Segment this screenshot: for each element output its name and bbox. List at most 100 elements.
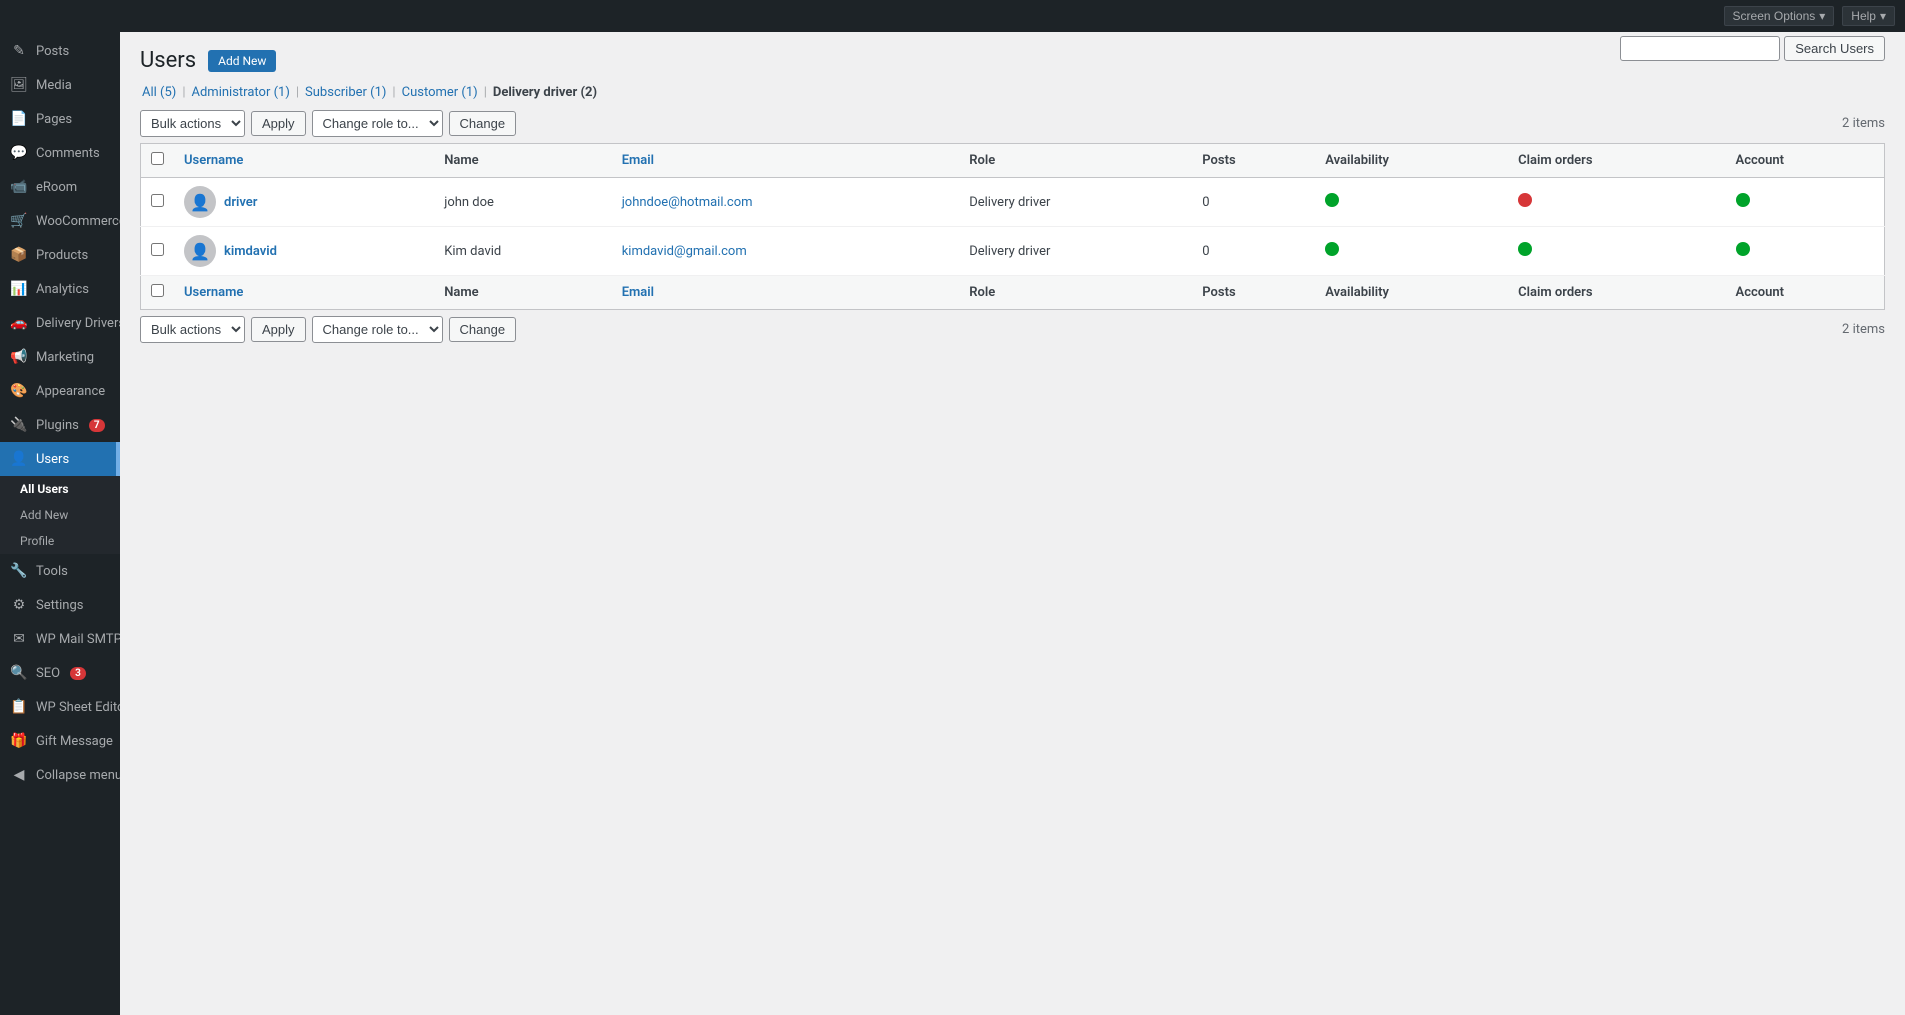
search-input[interactable] bbox=[1620, 36, 1780, 61]
row-checkbox[interactable] bbox=[151, 194, 164, 207]
email-footer[interactable]: Email bbox=[612, 276, 960, 310]
badge-plugins: 7 bbox=[89, 419, 105, 432]
change-button-bottom[interactable]: Change bbox=[449, 317, 517, 342]
sidebar-item-plugins[interactable]: 🔌 Plugins 7 bbox=[0, 408, 120, 442]
select-all-footer bbox=[141, 276, 175, 310]
delivery-drivers-icon: 🚗 bbox=[10, 314, 28, 332]
collapse-menu-icon: ◀ bbox=[10, 766, 28, 784]
search-row: Search Users bbox=[1620, 36, 1885, 61]
username-footer[interactable]: Username bbox=[174, 276, 434, 310]
sidebar-item-label: Delivery Drivers bbox=[36, 316, 120, 331]
sidebar-item-woocommerce[interactable]: 🛒 WooCommerce bbox=[0, 204, 120, 238]
sidebar-item-pages[interactable]: 📄 Pages bbox=[0, 102, 120, 136]
sidebar-item-delivery-drivers[interactable]: 🚗 Delivery Drivers bbox=[0, 306, 120, 340]
username-cell: 👤 kimdavid bbox=[174, 227, 434, 276]
screen-options-button[interactable]: Screen Options ▾ bbox=[1724, 6, 1835, 26]
email-cell: johndoe@hotmail.com bbox=[612, 178, 960, 227]
role-footer: Role bbox=[959, 276, 1192, 310]
sidebar-item-products[interactable]: 📦 Products bbox=[0, 238, 120, 272]
select-all-checkbox[interactable] bbox=[151, 152, 164, 165]
sidebar-item-seo[interactable]: 🔍 SEO 3 bbox=[0, 656, 120, 690]
sidebar-item-collapse-menu[interactable]: ◀ Collapse menu bbox=[0, 758, 120, 792]
filter-sep: | bbox=[182, 85, 185, 100]
username-link[interactable]: kimdavid bbox=[224, 244, 277, 259]
sidebar-item-label: Gift Message bbox=[36, 734, 113, 749]
add-new-button[interactable]: Add New bbox=[208, 50, 276, 72]
sidebar: ⊞ Dashboard ✎ Posts 🖼 Media 📄 Pages 💬 Co… bbox=[0, 0, 120, 1015]
sidebar-item-label: Pages bbox=[36, 112, 72, 127]
email-link[interactable]: johndoe@hotmail.com bbox=[622, 195, 753, 210]
bulk-actions-select-bottom[interactable]: Bulk actions bbox=[140, 316, 245, 343]
row-checkbox-cell bbox=[141, 227, 175, 276]
wp-sheet-editor-icon: 📋 bbox=[10, 698, 28, 716]
claim-orders-dot bbox=[1518, 193, 1532, 207]
role-cell: Delivery driver bbox=[959, 178, 1192, 227]
sidebar-item-label: SEO bbox=[36, 666, 60, 681]
role-header: Role bbox=[959, 144, 1192, 178]
table-row: 👤 kimdavid Kim david kimdavid@gmail.com … bbox=[141, 227, 1885, 276]
users-icon: 👤 bbox=[10, 450, 28, 468]
table-row: 👤 driver john doe johndoe@hotmail.com De… bbox=[141, 178, 1885, 227]
comments-icon: 💬 bbox=[10, 144, 28, 162]
email-link[interactable]: kimdavid@gmail.com bbox=[622, 244, 747, 259]
topbar: Screen Options ▾ Help ▾ bbox=[0, 0, 1905, 32]
sidebar-item-comments[interactable]: 💬 Comments bbox=[0, 136, 120, 170]
name-cell: Kim david bbox=[434, 227, 611, 276]
sidebar-item-marketing[interactable]: 📢 Marketing bbox=[0, 340, 120, 374]
claim-orders-header: Claim orders bbox=[1508, 144, 1725, 178]
badge-seo: 3 bbox=[70, 667, 86, 680]
sidebar-item-wp-sheet-editor[interactable]: 📋 WP Sheet Editor bbox=[0, 690, 120, 724]
sidebar-item-posts[interactable]: ✎ Posts bbox=[0, 34, 120, 68]
sidebar-submenu-profile[interactable]: Profile bbox=[0, 528, 120, 554]
change-button-top[interactable]: Change bbox=[449, 111, 517, 136]
sidebar-item-label: WP Sheet Editor bbox=[36, 700, 120, 715]
select-all-checkbox-footer[interactable] bbox=[151, 284, 164, 297]
filter-tabs: All (5) | Administrator (1) | Subscriber… bbox=[140, 85, 1885, 100]
availability-cell bbox=[1315, 227, 1508, 276]
sidebar-item-media[interactable]: 🖼 Media bbox=[0, 68, 120, 102]
row-checkbox[interactable] bbox=[151, 243, 164, 256]
sidebar-item-gift-message[interactable]: 🎁 Gift Message bbox=[0, 724, 120, 758]
sidebar-submenu-add-new[interactable]: Add New bbox=[0, 502, 120, 528]
change-role-select-bottom[interactable]: Change role to... bbox=[312, 316, 443, 343]
apply-button-top[interactable]: Apply bbox=[251, 111, 306, 136]
sidebar-item-label: Settings bbox=[36, 598, 83, 613]
sidebar-submenu-all-users[interactable]: All Users bbox=[0, 476, 120, 502]
availability-header: Availability bbox=[1315, 144, 1508, 178]
filter-tab-administrator[interactable]: Administrator (1) bbox=[190, 85, 292, 100]
search-users-button[interactable]: Search Users bbox=[1784, 36, 1885, 61]
availability-cell bbox=[1315, 178, 1508, 227]
sidebar-item-wp-mail-smtp[interactable]: ✉ WP Mail SMTP bbox=[0, 622, 120, 656]
bulk-actions-select-top[interactable]: Bulk actions bbox=[140, 110, 245, 137]
help-button[interactable]: Help ▾ bbox=[1842, 6, 1895, 26]
sidebar-item-users[interactable]: 👤 Users bbox=[0, 442, 120, 476]
profile-sub-label: Profile bbox=[20, 534, 54, 548]
filter-sep: | bbox=[484, 85, 487, 100]
filter-tab-all[interactable]: All (5) bbox=[140, 85, 178, 100]
table-footer-row: Username Name Email Role Posts Availabil… bbox=[141, 276, 1885, 310]
pages-icon: 📄 bbox=[10, 110, 28, 128]
filter-tab-customer[interactable]: Customer (1) bbox=[400, 85, 480, 100]
apply-button-bottom[interactable]: Apply bbox=[251, 317, 306, 342]
media-icon: 🖼 bbox=[10, 76, 28, 94]
name-header: Name bbox=[434, 144, 611, 178]
sidebar-item-label: Plugins bbox=[36, 418, 79, 433]
eroom-icon: 📹 bbox=[10, 178, 28, 196]
marketing-icon: 📢 bbox=[10, 348, 28, 366]
username-link[interactable]: driver bbox=[224, 195, 257, 210]
sidebar-item-analytics[interactable]: 📊 Analytics bbox=[0, 272, 120, 306]
users-table: Username Name Email Role Posts Availabil… bbox=[140, 143, 1885, 310]
account-footer: Account bbox=[1726, 276, 1885, 310]
sidebar-item-tools[interactable]: 🔧 Tools bbox=[0, 554, 120, 588]
sidebar-item-settings[interactable]: ⚙ Settings bbox=[0, 588, 120, 622]
select-all-header bbox=[141, 144, 175, 178]
claim-orders-cell bbox=[1508, 178, 1725, 227]
sidebar-item-eroom[interactable]: 📹 eRoom bbox=[0, 170, 120, 204]
sidebar-item-label: Tools bbox=[36, 564, 68, 579]
change-role-select-top[interactable]: Change role to... bbox=[312, 110, 443, 137]
email-header[interactable]: Email bbox=[612, 144, 960, 178]
woocommerce-icon: 🛒 bbox=[10, 212, 28, 230]
sidebar-item-appearance[interactable]: 🎨 Appearance bbox=[0, 374, 120, 408]
filter-tab-subscriber[interactable]: Subscriber (1) bbox=[303, 85, 388, 100]
username-header[interactable]: Username bbox=[174, 144, 434, 178]
